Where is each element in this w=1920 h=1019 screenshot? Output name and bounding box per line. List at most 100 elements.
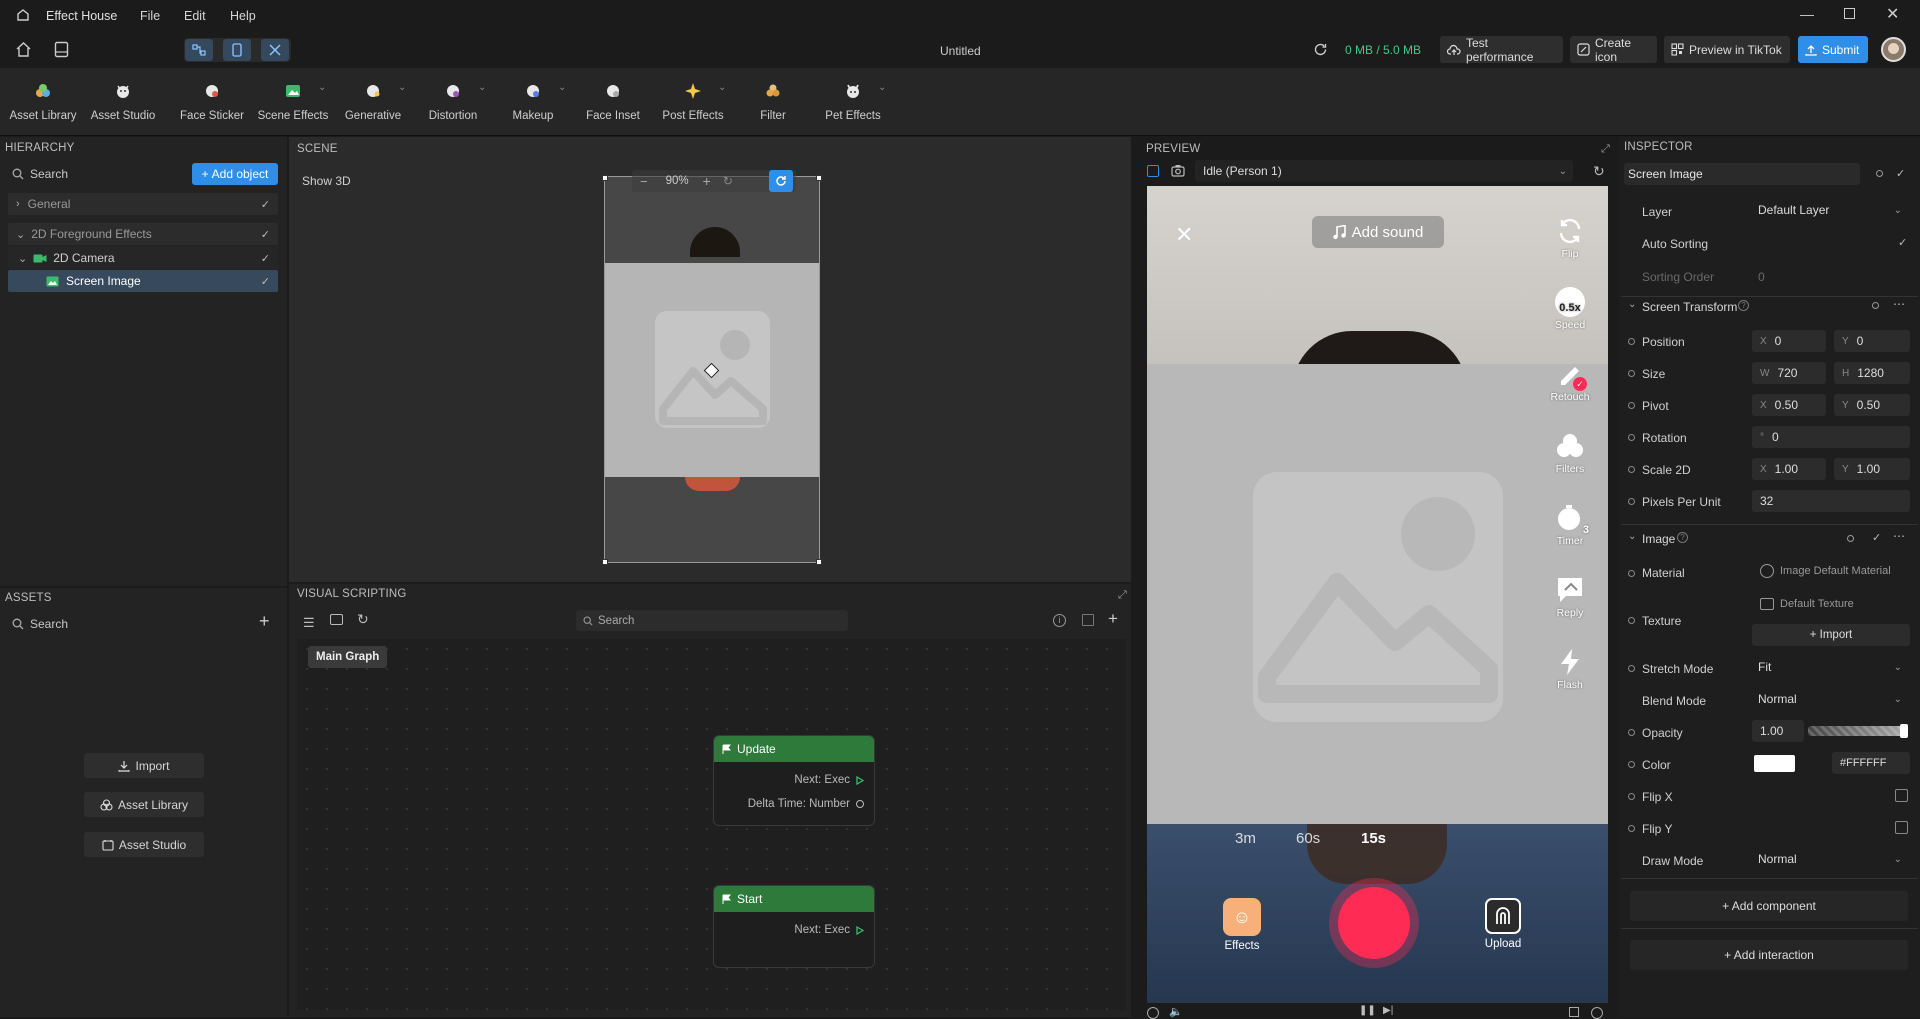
pixels-per-unit-input[interactable]: 32 — [1752, 490, 1910, 512]
keyframe-dot-icon[interactable] — [1628, 825, 1635, 832]
popout-icon[interactable]: ⤢ — [1118, 589, 1127, 602]
keyframe-dot-icon[interactable] — [1628, 434, 1635, 441]
test-performance-button[interactable]: Test performance — [1440, 36, 1563, 64]
keyframe-dot-icon[interactable] — [1628, 665, 1635, 672]
flip-y-checkbox[interactable] — [1895, 821, 1908, 834]
stretch-mode-select[interactable]: Fit ⌄ — [1750, 656, 1910, 678]
opacity-input[interactable]: 1.00 — [1752, 720, 1804, 742]
timer-button[interactable]: 3 Timer — [1552, 503, 1589, 547]
step-forward-icon[interactable]: ▶| — [1383, 1005, 1393, 1016]
start-node[interactable]: Start Next: Exec — [713, 885, 875, 968]
reload-preview-icon[interactable]: ↻ — [1593, 163, 1605, 180]
menu-file[interactable]: File — [140, 9, 160, 23]
shelf-face-inset[interactable]: Face Inset — [578, 78, 648, 122]
volume-icon[interactable]: 🔈 — [1169, 1005, 1183, 1018]
pet-effects-chevron-down-icon[interactable]: ⌄ — [878, 82, 886, 93]
layer-select[interactable]: Default Layer ⌄ — [1750, 199, 1910, 221]
distortion-chevron-down-icon[interactable]: ⌄ — [478, 82, 486, 93]
assets-search-input[interactable]: Search — [30, 617, 68, 631]
generative-chevron-down-icon[interactable]: ⌄ — [398, 82, 406, 93]
scale-y-input[interactable]: Y 1.00 — [1834, 458, 1910, 480]
flip-button[interactable]: Flip — [1552, 216, 1588, 260]
rotation-input[interactable]: ° 0 — [1752, 426, 1910, 448]
preview-mode-icon[interactable] — [1147, 165, 1159, 177]
chevron-right-icon[interactable]: › — [16, 198, 20, 210]
effects-button[interactable]: ☺ Effects — [1222, 898, 1262, 952]
scripting-search-input[interactable]: Search — [576, 610, 848, 631]
rotate-tool-icon[interactable] — [769, 170, 793, 192]
chevron-down-icon[interactable]: ⌄ — [1628, 299, 1636, 310]
update-node[interactable]: Update Next: Exec Delta Time: Number — [713, 735, 875, 826]
info-icon[interactable]: i — [1053, 614, 1066, 627]
add-asset-plus-icon[interactable]: + — [259, 611, 270, 632]
phone-view-icon[interactable] — [223, 39, 251, 61]
draw-mode-select[interactable]: Normal ⌄ — [1750, 848, 1910, 870]
hierarchy-item-2d-foreground-effects[interactable]: ⌄ 2D Foreground Effects ✓ — [8, 223, 278, 245]
duration-15s[interactable]: 15s — [1361, 830, 1386, 847]
graph-view-icon[interactable] — [185, 39, 213, 61]
hierarchy-search-input[interactable]: Search — [30, 167, 68, 181]
tiktok-preview-screen[interactable]: ✕ Add sound Flip 0.5x Speed ✓ Retouch Fi… — [1147, 186, 1608, 1003]
avatar[interactable] — [1881, 37, 1906, 62]
playback-clock-icon[interactable] — [1147, 1007, 1159, 1019]
refresh-graph-icon[interactable]: ↻ — [357, 611, 369, 628]
add-node-plus-icon[interactable]: + — [1108, 609, 1118, 629]
add-component-button[interactable]: + Add component — [1630, 891, 1908, 921]
color-swatch[interactable] — [1754, 755, 1795, 772]
asset-studio-button[interactable]: Asset Studio — [84, 832, 204, 857]
menu-help[interactable]: Help — [230, 9, 256, 23]
speed-button[interactable]: 0.5x Speed — [1552, 287, 1588, 331]
keyframe-dot-icon[interactable] — [1628, 729, 1635, 736]
menu-icon[interactable]: ☰ — [303, 615, 315, 631]
import-button[interactable]: Import — [84, 753, 204, 778]
chevron-down-icon[interactable]: ⌄ — [1628, 531, 1636, 542]
minimize-icon[interactable]: — — [1800, 6, 1814, 22]
resize-handle-tr[interactable] — [816, 175, 822, 181]
texture-field[interactable]: Default Texture — [1752, 593, 1910, 615]
size-height-input[interactable]: H 1280 — [1834, 362, 1910, 384]
keyframe-dot-icon[interactable] — [1628, 761, 1635, 768]
hierarchy-item-2d-camera[interactable]: ⌄ 2D Camera ✓ — [8, 247, 278, 269]
opacity-slider[interactable] — [1808, 724, 1908, 738]
camera-icon[interactable] — [1171, 164, 1185, 177]
panel-toggle-icon[interactable] — [1082, 614, 1094, 626]
reply-button[interactable]: Reply — [1552, 575, 1588, 619]
keyframe-dot-icon[interactable] — [1628, 617, 1635, 624]
pause-icon[interactable]: ❚❚ — [1359, 1005, 1376, 1016]
position-y-input[interactable]: Y0 — [1834, 330, 1910, 352]
maximize-icon[interactable] — [1844, 8, 1855, 19]
flash-button[interactable]: Flash — [1552, 647, 1588, 691]
visibility-check-icon[interactable]: ✓ — [261, 252, 270, 265]
resize-handle-bl[interactable] — [602, 559, 608, 565]
close-icon[interactable]: ✕ — [1175, 222, 1193, 248]
update-node-header[interactable]: Update — [714, 736, 874, 762]
add-sound-button[interactable]: Add sound — [1312, 216, 1444, 248]
menu-edit[interactable]: Edit — [184, 9, 206, 23]
update-next-exec-port[interactable]: Next: Exec — [794, 774, 864, 786]
zoom-in-icon[interactable]: + — [703, 173, 711, 189]
retouch-button[interactable]: ✓ Retouch — [1550, 359, 1590, 403]
keyframe-dot-icon[interactable] — [1628, 466, 1635, 473]
shelf-asset-studio[interactable]: Asset Studio — [88, 78, 158, 122]
scale-x-input[interactable]: X 1.00 — [1752, 458, 1826, 480]
visibility-check-icon[interactable]: ✓ — [261, 228, 270, 241]
shelf-face-sticker[interactable]: Face Sticker — [176, 78, 248, 122]
keyframe-dot-icon[interactable] — [1628, 338, 1635, 345]
more-options-icon[interactable]: ⋯ — [1893, 297, 1905, 311]
color-hex-input[interactable]: #FFFFFF — [1832, 752, 1910, 774]
auto-sorting-check-icon[interactable]: ✓ — [1898, 236, 1907, 249]
fullscreen-icon[interactable] — [1569, 1007, 1579, 1017]
blend-mode-select[interactable]: Normal ⌄ — [1750, 688, 1910, 710]
material-field[interactable]: Image Default Material — [1752, 560, 1910, 582]
pivot-y-input[interactable]: Y 0.50 — [1834, 394, 1910, 416]
duration-60s[interactable]: 60s — [1296, 830, 1320, 847]
component-settings-icon[interactable] — [1847, 535, 1854, 542]
chevron-down-icon[interactable]: ⌄ — [18, 252, 27, 265]
shelf-asset-library[interactable]: Asset Library — [8, 78, 78, 122]
keyframe-dot-icon[interactable] — [1628, 570, 1635, 577]
zoom-out-icon[interactable]: − — [640, 174, 648, 189]
scene-effects-chevron-down-icon[interactable]: ⌄ — [318, 82, 326, 93]
add-interaction-button[interactable]: + Add interaction — [1630, 940, 1908, 970]
shelf-filter[interactable]: Filter — [738, 78, 808, 122]
keyframe-dot-icon[interactable] — [1628, 498, 1635, 505]
